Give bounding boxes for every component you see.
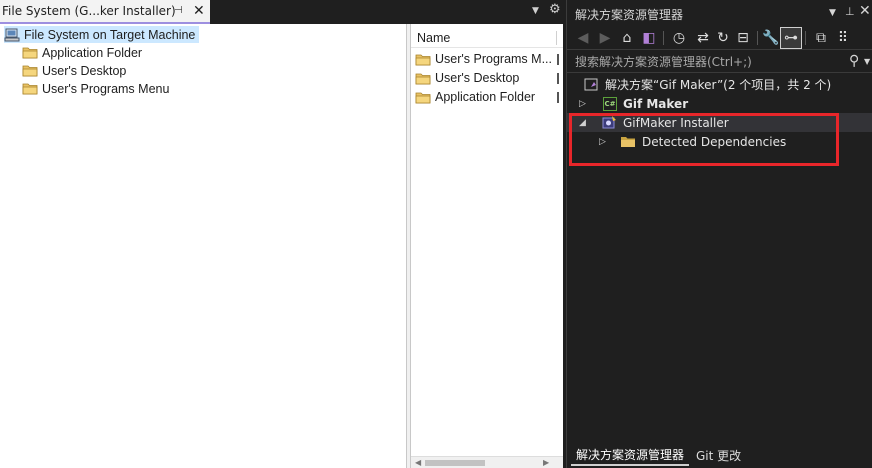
solution-icon — [584, 78, 598, 90]
tree-item-users-programs-menu[interactable]: User's Programs Menu — [22, 80, 169, 97]
tree-root-label: File System on Target Machine — [24, 27, 196, 42]
pin-icon[interactable]: ⊥ — [845, 5, 855, 18]
folder-icon — [22, 65, 38, 77]
solution-explorer-panel: 解决方案资源管理器 ▼ ⊥ ✕ ◀ ▶ ⌂ ◧ ◷ ⇄ ↻ ⊟ 🔧 ⊶ ⧉ ⠿ … — [566, 0, 872, 468]
back-icon[interactable]: ◀ — [573, 28, 593, 48]
toolbar-separator — [663, 31, 664, 45]
file-system-editor: File System on Target Machine Applicatio… — [0, 24, 563, 468]
toolbar-separator — [805, 31, 806, 45]
solution-node[interactable]: 解决方案“Gif Maker”(2 个项目，共 2 个) — [584, 75, 831, 94]
folder-icon — [22, 47, 38, 59]
close-icon[interactable]: ✕ — [859, 3, 871, 19]
red-highlight-annotation — [569, 113, 839, 166]
solution-explorer-search: ⚲ ▼ — [567, 51, 872, 73]
list-item-label: User's Programs M... — [435, 52, 552, 66]
gear-icon[interactable]: ⚙ — [549, 2, 561, 17]
list-item-users-programs-menu[interactable]: User's Programs M... — [415, 50, 555, 68]
horizontal-scrollbar[interactable]: ◀ ▶ — [411, 456, 563, 468]
document-tab-title: File System (G...ker Installer) — [2, 4, 176, 18]
folder-icon — [22, 83, 38, 95]
folder-icon — [415, 54, 431, 65]
refresh-icon[interactable]: ↻ — [713, 28, 733, 48]
list-item-application-folder[interactable]: Application Folder — [415, 88, 555, 106]
pin-icon[interactable]: ⊣ — [174, 5, 183, 16]
list-column-header-name[interactable]: Name — [411, 28, 563, 48]
project-label: Gif Maker — [623, 96, 689, 111]
sync-icon[interactable]: ⇄ — [693, 28, 713, 48]
scroll-left-icon[interactable]: ◀ — [415, 458, 421, 467]
file-system-list: Name User's Programs M... User's Desktop — [411, 24, 563, 468]
scrollbar-thumb[interactable] — [425, 460, 485, 466]
preview-icon[interactable]: ⧉ — [811, 28, 831, 48]
class-view-icon[interactable]: ⠿ — [833, 28, 853, 48]
folder-icon — [415, 92, 431, 103]
search-options-dropdown-icon[interactable]: ▼ — [864, 57, 870, 66]
column-mark — [557, 92, 559, 103]
solution-explorer-title: 解决方案资源管理器 — [575, 8, 684, 22]
solution-label: 解决方案“Gif Maker”(2 个项目，共 2 个) — [605, 78, 832, 92]
csharp-project-icon: C# — [603, 96, 617, 111]
document-tab-bar: File System (G...ker Installer) ⊣ ✕ ▼ ⚙ — [0, 0, 566, 24]
expand-arrow-icon[interactable]: ▷ — [579, 99, 586, 109]
show-all-files-icon[interactable]: ⊶ — [780, 27, 802, 49]
tree-root-file-system[interactable]: File System on Target Machine — [4, 26, 200, 43]
home-icon[interactable]: ⌂ — [617, 28, 637, 48]
tree-item-label: Application Folder — [42, 45, 143, 60]
switch-views-icon[interactable]: ◧ — [639, 28, 659, 48]
search-input[interactable] — [575, 54, 845, 70]
scroll-right-icon[interactable]: ▶ — [543, 458, 549, 467]
properties-wrench-icon[interactable]: 🔧 — [761, 28, 781, 48]
forward-icon[interactable]: ▶ — [595, 28, 615, 48]
column-mark — [557, 54, 559, 65]
collapse-all-icon[interactable]: ⊟ — [733, 28, 753, 48]
tab-dropdown-icon[interactable]: ▼ — [532, 6, 539, 16]
document-tab-file-system[interactable]: File System (G...ker Installer) ⊣ ✕ — [0, 0, 210, 24]
column-mark — [557, 73, 559, 84]
search-icon[interactable]: ⚲ — [849, 53, 859, 69]
close-icon[interactable]: ✕ — [193, 3, 205, 19]
computer-icon — [4, 28, 20, 41]
folder-icon — [415, 73, 431, 84]
tree-item-label: User's Programs Menu — [42, 81, 170, 96]
tree-item-label: User's Desktop — [42, 63, 127, 78]
tab-solution-explorer[interactable]: 解决方案资源管理器 — [571, 444, 690, 466]
tab-git-changes[interactable]: Git 更改 — [691, 444, 746, 466]
solution-explorer-titlebar: 解决方案资源管理器 ▼ ⊥ ✕ — [567, 0, 872, 26]
column-separator — [556, 31, 557, 45]
pending-changes-filter-icon[interactable]: ◷ — [669, 28, 689, 48]
file-system-tree: File System on Target Machine Applicatio… — [0, 24, 406, 468]
toolbar-separator — [757, 31, 758, 45]
tree-item-users-desktop[interactable]: User's Desktop — [22, 62, 126, 79]
solution-explorer-toolbar: ◀ ▶ ⌂ ◧ ◷ ⇄ ↻ ⊟ 🔧 ⊶ ⧉ ⠿ — [567, 26, 872, 50]
solution-explorer-bottom-tabs: 解决方案资源管理器 Git 更改 — [567, 444, 872, 468]
project-node-gif-maker[interactable]: C# Gif Maker — [603, 94, 688, 113]
tree-item-application-folder[interactable]: Application Folder — [22, 44, 142, 61]
list-item-users-desktop[interactable]: User's Desktop — [415, 69, 555, 87]
list-item-label: User's Desktop — [435, 71, 520, 85]
window-menu-icon[interactable]: ▼ — [829, 8, 836, 18]
list-item-label: Application Folder — [435, 90, 536, 104]
